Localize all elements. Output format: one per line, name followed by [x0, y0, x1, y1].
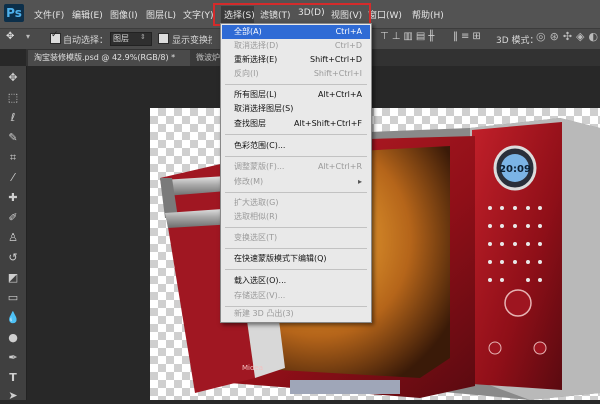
menu-item-reselect[interactable]: 重新选择(E) Shift+Ctrl+D: [222, 53, 370, 67]
microwave-image: 20:09 Midea: [160, 118, 600, 400]
menu-item-save-selection[interactable]: 存储选区(V)...: [222, 289, 370, 303]
tool-preset-arrow-icon[interactable]: ▾: [26, 32, 30, 41]
microwave-base: [290, 380, 400, 394]
brand-label: Midea: [242, 364, 263, 372]
menu-item-inverse[interactable]: 反向(I) Shift+Ctrl+I: [222, 67, 370, 81]
menu-separator: [225, 84, 367, 85]
menu-help[interactable]: 帮助(H): [412, 8, 444, 21]
menu-item-modify[interactable]: 修改(M) ▸: [222, 175, 370, 189]
menu-item-find-layers[interactable]: 查找图层 Alt+Shift+Ctrl+F: [222, 117, 370, 131]
checkmark-icon: ✓: [51, 30, 59, 40]
menu-item-new-3d-extrusion[interactable]: 新建 3D 凸出(3): [222, 307, 370, 321]
menu-item-color-range[interactable]: 色彩范围(C)...: [222, 139, 370, 153]
menu-item-refine-mask[interactable]: 调整蒙版(F)... Alt+Ctrl+R: [222, 160, 370, 174]
eyedropper-tool-icon[interactable]: ⁄: [5, 170, 21, 186]
submenu-arrow-icon: ▸: [357, 177, 362, 186]
pen-tool-icon[interactable]: ✒: [5, 350, 21, 366]
history-brush-icon[interactable]: ↺: [5, 250, 21, 266]
menu-file[interactable]: 文件(F): [34, 8, 64, 21]
tab-document-active[interactable]: 淘宝装修模版.psd @ 42.9%(RGB/8) *: [28, 50, 194, 66]
menu-layer[interactable]: 图层(L): [146, 8, 176, 21]
menu-separator: [225, 227, 367, 228]
show-transform-checkbox[interactable]: [158, 33, 169, 44]
mode-3d-label: 3D 模式：: [496, 36, 539, 46]
menu-edit[interactable]: 编辑(E): [72, 8, 103, 21]
move-tool-icon[interactable]: ✥: [6, 31, 14, 42]
menu-item-deselect[interactable]: 取消选择(D) Ctrl+D: [222, 39, 370, 53]
menu-item-grow[interactable]: 扩大选取(G): [222, 196, 370, 210]
type-tool-icon[interactable]: T: [5, 370, 21, 386]
menu-separator: [225, 156, 367, 157]
align-icons[interactable]: ⊤⊥▥▤╫: [380, 31, 437, 42]
menu-item-select-all[interactable]: 全部(A) Ctrl+A: [222, 25, 370, 39]
auto-select-label: 自动选择：: [63, 36, 109, 46]
healing-brush-icon[interactable]: ✚: [5, 190, 21, 206]
menu-separator: [225, 134, 367, 135]
menu-separator: [225, 192, 367, 193]
display-time: 20:09: [499, 164, 531, 175]
3d-mode-icons[interactable]: ◎⊛✣◈◐: [536, 30, 600, 43]
menu-separator: [225, 269, 367, 270]
start-button: [504, 289, 532, 317]
photoshop-logo: Ps: [4, 4, 24, 22]
marquee-tool-icon[interactable]: ⬚: [5, 90, 21, 106]
crop-tool-icon[interactable]: ⌗: [5, 150, 21, 166]
blur-tool-icon[interactable]: 💧: [5, 310, 21, 326]
menu-type[interactable]: 文字(Y): [183, 8, 214, 21]
clone-stamp-icon[interactable]: ♙: [5, 230, 21, 246]
brush-tool-icon[interactable]: ✐: [5, 210, 21, 226]
select-menu-dropdown: 全部(A) Ctrl+A 取消选择(D) Ctrl+D 重新选择(E) Shift+C…: [220, 23, 372, 323]
gradient-tool-icon[interactable]: ▭: [5, 290, 21, 306]
show-transform-label: 显示变换控件: [172, 36, 212, 46]
distribute-icons[interactable]: ‖≡⊞: [453, 31, 484, 42]
menu-item-similar[interactable]: 选取相似(R): [222, 210, 370, 224]
menu-window[interactable]: 窗口(W): [368, 8, 402, 21]
menu-item-quick-mask[interactable]: 在快速蒙版模式下编辑(Q): [222, 252, 370, 266]
menu-image[interactable]: 图像(I): [110, 8, 138, 21]
menu-separator: [225, 248, 367, 249]
menu-item-deselect-layers[interactable]: 取消选择图层(S): [222, 102, 370, 116]
dodge-tool-icon[interactable]: ●: [5, 330, 21, 346]
chevron-updown-icon: ⇕: [140, 33, 146, 41]
lasso-tool-icon[interactable]: ℓ: [5, 110, 21, 126]
menu-item-load-selection[interactable]: 载入选区(O)...: [222, 274, 370, 288]
quick-select-tool-icon[interactable]: ✎: [5, 130, 21, 146]
move-tool-icon[interactable]: ✥: [5, 70, 21, 86]
menu-item-transform-selection[interactable]: 变换选区(T): [222, 231, 370, 245]
menu-item-all-layers[interactable]: 所有图层(L) Alt+Ctrl+A: [222, 88, 370, 102]
path-select-tool-icon[interactable]: ➤: [5, 388, 21, 404]
tools-panel: ✥ ⬚ ℓ ✎ ⌗ ⁄ ✚ ✐ ♙ ↺ ◩ ▭ 💧 ● ✒ T ➤: [0, 66, 27, 402]
eraser-tool-icon[interactable]: ◩: [5, 270, 21, 286]
